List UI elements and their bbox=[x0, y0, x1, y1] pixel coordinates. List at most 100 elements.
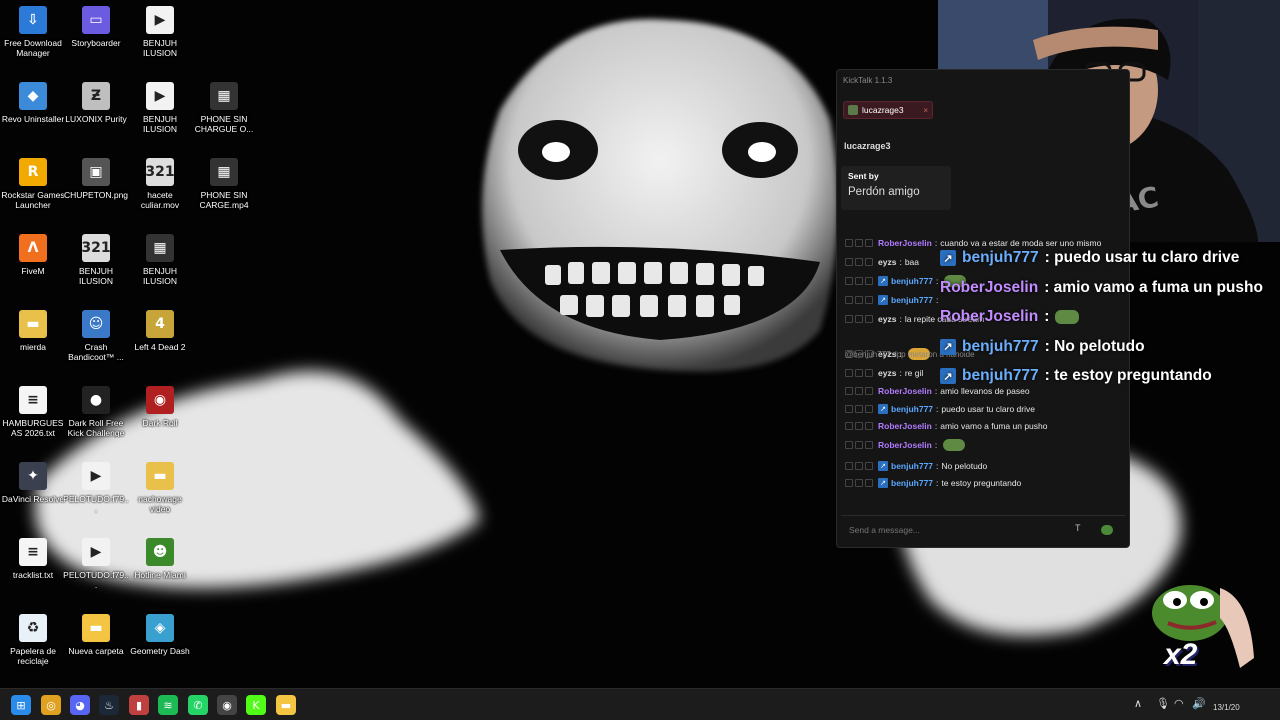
chat-username[interactable]: RoberJoselin bbox=[878, 238, 932, 248]
reply-icon[interactable] bbox=[845, 369, 853, 377]
chat-message[interactable]: ↗ benjuh777: bbox=[845, 293, 941, 307]
obs-icon[interactable]: ◉ bbox=[217, 695, 237, 715]
chat-username[interactable]: eyzs bbox=[878, 368, 896, 378]
desktop-icon[interactable]: ▦ PHONE SIN CHARGUE O... bbox=[191, 78, 257, 150]
message-actions[interactable] bbox=[845, 462, 875, 470]
more-icon[interactable] bbox=[865, 239, 873, 247]
desktop-icon[interactable]: ▬ Nueva carpeta bbox=[63, 610, 129, 682]
chat-username[interactable]: eyzs bbox=[878, 314, 896, 324]
chat-username[interactable]: RoberJoselin bbox=[878, 386, 932, 396]
message-actions[interactable] bbox=[845, 258, 875, 266]
chat-message[interactable]: ↗ benjuh777: No pelotudo bbox=[845, 459, 987, 473]
file-explorer-icon[interactable]: ▬ bbox=[276, 695, 296, 715]
desktop-icon[interactable]: ≡ HAMBURGUESAS 2026.txt bbox=[0, 382, 66, 454]
more-icon[interactable] bbox=[865, 258, 873, 266]
desktop-icon[interactable]: ⇩ Free Download Manager bbox=[0, 2, 66, 74]
message-actions[interactable] bbox=[845, 387, 875, 395]
reply-icon[interactable] bbox=[845, 462, 853, 470]
close-tab-icon[interactable]: × bbox=[923, 106, 932, 115]
more-icon[interactable] bbox=[865, 369, 873, 377]
pinned-message[interactable]: Sent by Perdón amigo bbox=[841, 166, 951, 210]
reply-icon[interactable] bbox=[845, 258, 853, 266]
chat-message[interactable]: eyzs: re gil bbox=[845, 366, 923, 380]
pin-icon[interactable] bbox=[855, 441, 863, 449]
more-icon[interactable] bbox=[865, 387, 873, 395]
microphone-icon[interactable]: 🎙 bbox=[1156, 697, 1170, 710]
chat-username[interactable]: benjuh777 bbox=[891, 404, 933, 414]
tray-overflow-chevron-icon[interactable]: ∧ bbox=[1134, 697, 1142, 710]
chat-message[interactable]: RoberJoselin: bbox=[845, 438, 966, 452]
pin-icon[interactable] bbox=[855, 258, 863, 266]
whatsapp-icon[interactable]: ✆ bbox=[188, 695, 208, 715]
pin-icon[interactable] bbox=[855, 239, 863, 247]
reply-icon[interactable] bbox=[845, 422, 853, 430]
chat-username[interactable]: RoberJoselin bbox=[878, 421, 932, 431]
pin-icon[interactable] bbox=[855, 315, 863, 323]
message-actions[interactable] bbox=[845, 405, 875, 413]
chat-username[interactable]: benjuh777 bbox=[891, 276, 933, 286]
reply-icon[interactable] bbox=[845, 441, 853, 449]
reply-icon[interactable] bbox=[845, 239, 853, 247]
desktop-icon[interactable]: ▭ Storyboarder bbox=[63, 2, 129, 74]
desktop-icon[interactable]: ▶ BENJUH ILUSION OPTICA FINAL.... bbox=[127, 2, 193, 74]
message-actions[interactable] bbox=[845, 239, 875, 247]
more-icon[interactable] bbox=[865, 479, 873, 487]
message-actions[interactable] bbox=[845, 315, 875, 323]
emote-picker-icon[interactable] bbox=[1101, 524, 1113, 535]
message-actions[interactable] bbox=[845, 277, 875, 285]
desktop-icon[interactable]: Ƶ LUXONIX Purity bbox=[63, 78, 129, 150]
more-icon[interactable] bbox=[865, 462, 873, 470]
desktop-icon[interactable]: ◆ Revo Uninstaller bbox=[0, 78, 66, 150]
chrome-icon[interactable]: ◎ bbox=[41, 695, 61, 715]
volume-icon[interactable]: 🔊 bbox=[1192, 697, 1206, 710]
desktop-icon[interactable]: ♻ Papelera de reciclaje bbox=[0, 610, 66, 682]
more-icon[interactable] bbox=[865, 441, 873, 449]
desktop-icon[interactable]: ☺ Crash Bandicoot™ ... bbox=[63, 306, 129, 378]
desktop-icon[interactable]: 4 Left 4 Dead 2 bbox=[127, 306, 193, 378]
pin-icon[interactable] bbox=[855, 296, 863, 304]
reply-icon[interactable] bbox=[845, 315, 853, 323]
pin-icon[interactable] bbox=[855, 405, 863, 413]
clock[interactable]: 13/1/20 bbox=[1213, 703, 1240, 712]
desktop-icon[interactable]: 321 hacete culiar.mov bbox=[127, 154, 193, 226]
pin-icon[interactable] bbox=[855, 479, 863, 487]
desktop-icon[interactable]: R Rockstar Games Launcher bbox=[0, 154, 66, 226]
reply-icon[interactable] bbox=[845, 277, 853, 285]
wifi-icon[interactable]: ◠ bbox=[1174, 697, 1184, 710]
discord-icon[interactable]: ◕ bbox=[70, 695, 90, 715]
chat-username[interactable]: RoberJoselin bbox=[878, 440, 932, 450]
more-icon[interactable] bbox=[865, 422, 873, 430]
desktop-icon[interactable]: ☻ Hotline Miami bbox=[127, 534, 193, 606]
message-actions[interactable] bbox=[845, 369, 875, 377]
desktop-icon[interactable]: ◉ Dark Roll bbox=[127, 382, 193, 454]
steam-icon[interactable]: ♨ bbox=[99, 695, 119, 715]
desktop-icon[interactable]: ▬ nachowage video bbox=[127, 458, 193, 530]
more-icon[interactable] bbox=[865, 405, 873, 413]
message-actions[interactable] bbox=[845, 296, 875, 304]
translate-icon[interactable]: T bbox=[1075, 523, 1091, 537]
chat-message[interactable]: RoberJoselin: amio vamo a fuma un pusho bbox=[845, 419, 1048, 433]
message-actions[interactable] bbox=[845, 479, 875, 487]
more-icon[interactable] bbox=[865, 296, 873, 304]
pin-icon[interactable] bbox=[855, 422, 863, 430]
windows-start-icon[interactable]: ⊞ bbox=[11, 695, 31, 715]
more-icon[interactable] bbox=[865, 315, 873, 323]
chat-username[interactable]: benjuh777 bbox=[891, 478, 933, 488]
desktop-icon[interactable]: ▬ mierda bbox=[0, 306, 66, 378]
pin-icon[interactable] bbox=[855, 387, 863, 395]
chat-message[interactable]: ↗ benjuh777: te estoy preguntando bbox=[845, 476, 1021, 490]
desktop-icon[interactable]: ▶ PELOTUDO.f79... bbox=[63, 534, 129, 606]
desktop-icon[interactable]: 321 BENJUH ILUSION OPTICA.mov bbox=[63, 230, 129, 302]
message-actions[interactable] bbox=[845, 441, 875, 449]
chat-username[interactable]: benjuh777 bbox=[891, 461, 933, 471]
pin-icon[interactable] bbox=[855, 462, 863, 470]
desktop-icon[interactable]: ≡ tracklist.txt bbox=[0, 534, 66, 606]
chat-username[interactable]: benjuh777 bbox=[891, 295, 933, 305]
desktop-icon[interactable]: ▣ CHUPETON.png bbox=[63, 154, 129, 226]
chat-username[interactable]: eyzs bbox=[878, 257, 896, 267]
chat-message[interactable]: ↗ benjuh777: puedo usar tu claro drive bbox=[845, 402, 1035, 416]
app-icon[interactable]: ▮ bbox=[129, 695, 149, 715]
desktop-icon[interactable]: ▦ PHONE SIN CARGE.mp4 bbox=[191, 154, 257, 226]
desktop-icon[interactable]: ▦ BENJUH ILUSION OPTICA VIDEO ... bbox=[127, 230, 193, 302]
message-actions[interactable] bbox=[845, 422, 875, 430]
